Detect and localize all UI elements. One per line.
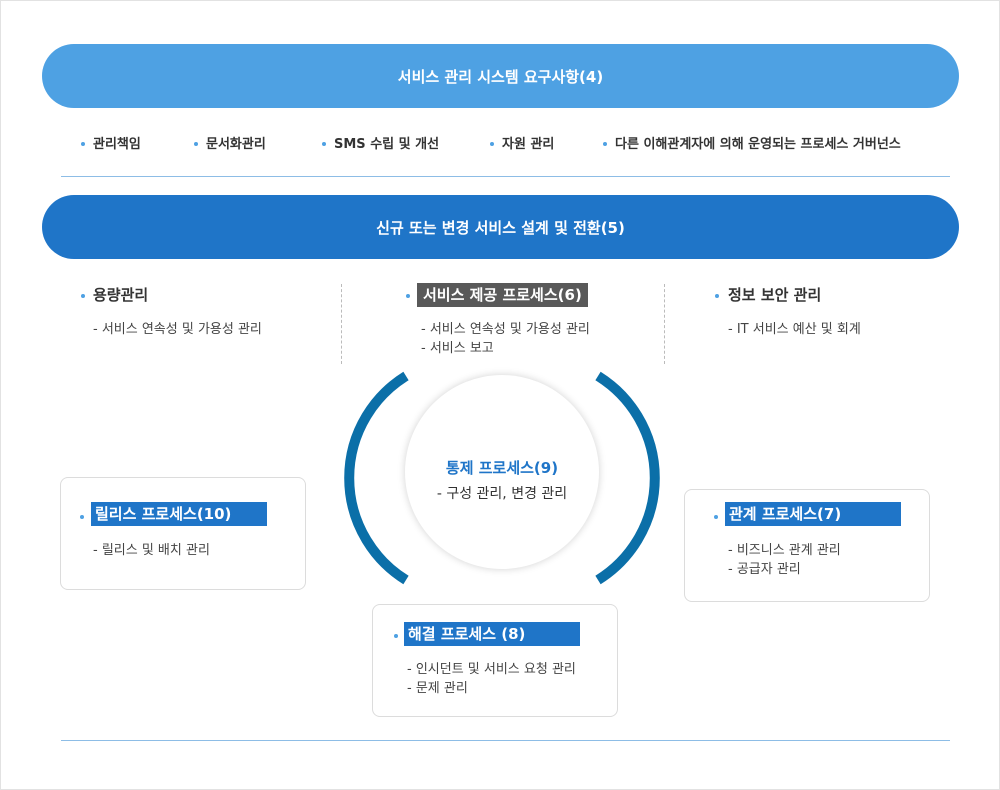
delivery-title: 서비스 제공 프로세스(6) (417, 283, 588, 307)
column-divider (341, 284, 342, 364)
release-box (60, 477, 306, 590)
column-divider (664, 284, 665, 364)
capacity-item: - 서비스 연속성 및 가용성 관리 (93, 322, 262, 337)
requirement-item: 자원 관리 (502, 137, 555, 152)
bullet-icon (81, 142, 85, 146)
resolution-title: 해결 프로세스 (8) (404, 622, 580, 646)
right-arc (595, 371, 660, 585)
relationship-item: - 공급자 관리 (728, 562, 801, 577)
requirements-title: 서비스 관리 시스템 요구사항(4) (397, 67, 604, 86)
capacity-title: 용량관리 (93, 286, 149, 304)
requirement-item: SMS 수립 및 개선 (334, 137, 440, 152)
control-title: 통제 프로세스(9) (445, 459, 559, 477)
resolution-item: - 인시던트 및 서비스 요청 관리 (407, 662, 576, 677)
requirement-item: 문서화관리 (206, 137, 266, 152)
delivery-item: - 서비스 연속성 및 가용성 관리 (421, 322, 590, 337)
bullet-icon (194, 142, 198, 146)
release-title: 릴리스 프로세스(10) (91, 502, 267, 526)
security-item: - IT 서비스 예산 및 회계 (728, 322, 861, 337)
bullet-icon (715, 294, 719, 298)
resolution-item: - 문제 관리 (407, 681, 468, 696)
bullet-icon (406, 294, 410, 298)
divider (61, 176, 950, 177)
security-title: 정보 보안 관리 (728, 286, 822, 304)
bullet-icon (81, 294, 85, 298)
bullet-icon (80, 515, 84, 519)
bullet-icon (490, 142, 494, 146)
bullet-icon (394, 634, 398, 638)
bullet-icon (603, 142, 607, 146)
bullet-icon (322, 142, 326, 146)
requirement-item: 다른 이해관계자에 의해 운영되는 프로세스 거버넌스 (615, 137, 901, 152)
design-banner: 신규 또는 변경 서비스 설계 및 전환(5) (42, 195, 959, 259)
design-title: 신규 또는 변경 서비스 설계 및 전환(5) (376, 218, 625, 237)
control-subtitle: - 구성 관리, 변경 관리 (436, 486, 568, 502)
divider (61, 740, 950, 741)
delivery-item: - 서비스 보고 (421, 341, 494, 356)
release-item: - 릴리스 및 배치 관리 (93, 543, 210, 558)
requirement-item: 관리책임 (93, 137, 141, 152)
bullet-icon (714, 515, 718, 519)
relationship-item: - 비즈니스 관계 관리 (728, 543, 841, 558)
relationship-title: 관계 프로세스(7) (725, 502, 901, 526)
left-arc (344, 371, 409, 585)
requirements-banner: 서비스 관리 시스템 요구사항(4) (42, 44, 959, 108)
